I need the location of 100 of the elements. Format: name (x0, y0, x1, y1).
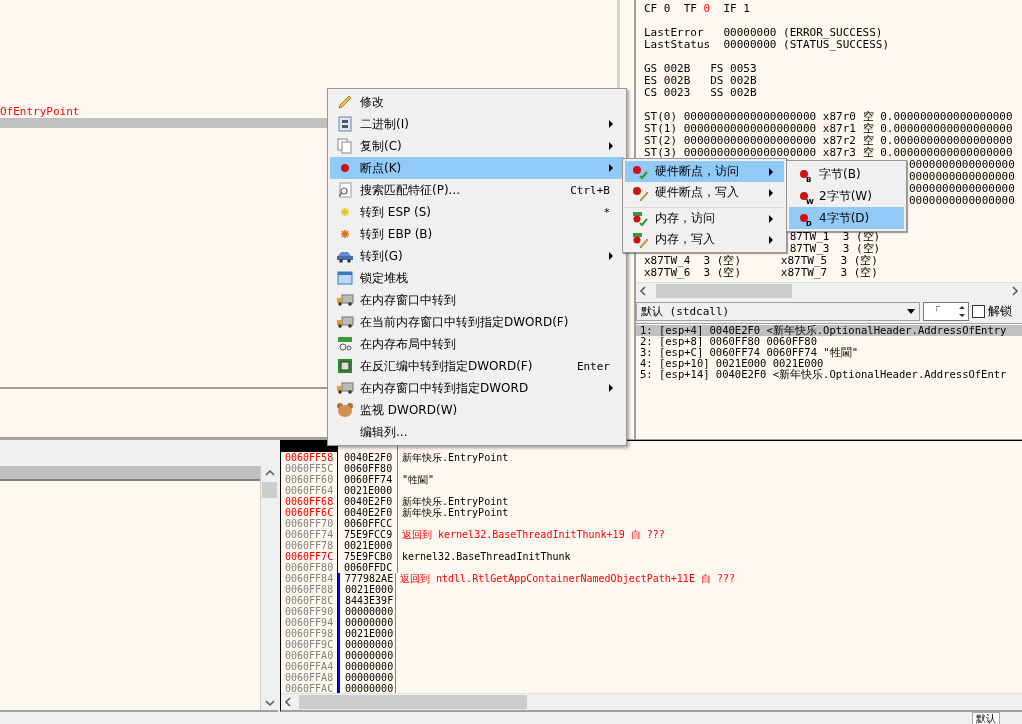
submenu-arrow-icon (768, 214, 774, 223)
register-text: ES 002B DS 002B (644, 74, 757, 87)
menu-item[interactable]: 搜索匹配特征(P)... Ctrl+B (330, 179, 624, 201)
menu-item[interactable]: 锁定堆栈 (330, 267, 624, 289)
shortcut-text: * (603, 205, 610, 219)
argument-row[interactable]: 1: [esp+4] 0040E2F0 <新年快乐.OptionalHeader.AddressOfEntry (636, 325, 1022, 336)
horizontal-scrollbar[interactable] (281, 693, 1022, 710)
stack-address[interactable]: 0060FF84 (281, 573, 338, 584)
copy-icon (337, 138, 353, 154)
menu-item[interactable]: 断点(K) (330, 157, 624, 179)
menu-item[interactable]: 复制(C) (330, 135, 624, 157)
stack-address[interactable]: 0060FF70 (281, 518, 338, 529)
stack-address[interactable]: 0060FF74 (281, 529, 338, 540)
stack-address[interactable]: 0060FF6C (281, 507, 338, 518)
submenu-arrow-icon (608, 252, 614, 260)
breakpoint-icon (799, 169, 809, 179)
memory-search-icon (337, 336, 353, 352)
window-icon (337, 271, 353, 285)
menu-item[interactable]: 硬件断点，写入 (625, 182, 784, 203)
car-icon (336, 249, 354, 263)
argument-count-spinbox[interactable]: 「 (923, 301, 969, 321)
register-text: x87TW_4 3 (空) x87TW_5 3 (空) (644, 254, 878, 267)
register-text: CS 0023 SS 002B (644, 86, 757, 99)
stack-address[interactable]: 0060FF90 (281, 606, 338, 617)
unlock-checkbox[interactable] (972, 304, 985, 318)
stack-value: 75E9FCB0 (338, 551, 398, 562)
stack-address[interactable]: 0060FF80 (281, 562, 338, 573)
stack-address[interactable]: 0060FF5C (281, 463, 338, 474)
stack-address[interactable]: 0060FF60 (281, 474, 338, 485)
memory-check-icon (632, 210, 648, 227)
truck-icon (336, 315, 354, 329)
calling-convention-dropdown[interactable]: 默认 (stdcall) (636, 301, 920, 321)
register-text: IF 1 (722, 2, 750, 15)
submenu-arrow-icon (768, 167, 774, 176)
chip-icon (337, 358, 353, 374)
submenu-arrow-icon (608, 142, 614, 150)
breakpoint-icon (799, 191, 809, 201)
menu-item[interactable]: 硬件断点，访问 (625, 161, 784, 182)
menu-item[interactable]: 在当前内存窗口中转到指定DWORD(F) (330, 311, 624, 333)
argument-row[interactable]: 2: [esp+8] 0060FF80 0060FF80 (636, 336, 1022, 347)
menu-item[interactable]: 内存，写入 (625, 229, 784, 250)
menu-item[interactable]: 修改 (330, 91, 624, 113)
animal-head-icon (336, 402, 354, 418)
stack-value: 0040E2F0 (338, 507, 398, 518)
stack-address[interactable]: 0060FF64 (281, 485, 338, 496)
argument-row[interactable]: 4: [esp+10] 0021E000 0021E000 (636, 358, 1022, 369)
stack-address[interactable]: 0060FF58 (281, 452, 338, 463)
memory-pencil-icon (632, 231, 648, 248)
menu-item[interactable]: 转到 EBP (B) (330, 223, 624, 245)
stack-address[interactable]: 0060FF98 (281, 628, 338, 639)
register-text: 87TW_1 3 (空) (789, 230, 881, 243)
menu-item[interactable]: 二进制(I) (330, 113, 624, 135)
status-tab[interactable]: 默认 (972, 712, 1000, 724)
scroll-thumb[interactable] (656, 284, 792, 298)
register-text: 0000000000000000 (908, 158, 1015, 171)
stack-address[interactable]: 0060FF9C (281, 639, 338, 650)
stack-address[interactable]: 0060FF88 (281, 584, 338, 595)
stack-address[interactable]: 0060FF94 (281, 617, 338, 628)
submenu-arrow-icon (608, 164, 614, 172)
stack-address[interactable]: 0060FFA8 (281, 672, 338, 683)
menu-item[interactable]: 监视 DWORD(W) (330, 399, 624, 421)
menu-item[interactable]: 在内存窗口中转到 (330, 289, 624, 311)
submenu-arrow-icon (608, 384, 614, 392)
shortcut-text: Enter (576, 359, 610, 373)
menu-item[interactable]: 在内存窗口中转到指定DWORD (330, 377, 624, 399)
selected-row-marker[interactable] (281, 441, 338, 452)
argument-row[interactable]: 3: [esp+C] 0060FF74 0060FF74 "牲閫" (636, 347, 1022, 358)
breakpoint-pencil-icon (632, 184, 648, 201)
vertical-scrollbar[interactable] (260, 466, 278, 710)
search-icon (337, 182, 353, 198)
stack-comment: 新年快乐.EntryPoint (401, 452, 509, 463)
stack-address[interactable]: 0060FF78 (281, 540, 338, 551)
argument-row[interactable]: 5: [esp+14] 0040E2F0 <新年快乐.OptionalHeader.AddressOfEntr (636, 369, 1022, 380)
stack-value: 0021E000 (338, 628, 396, 639)
truck-icon (336, 293, 354, 307)
asterisk-icon (340, 229, 350, 239)
stack-address[interactable]: 0060FF68 (281, 496, 338, 507)
stack-value: 00000000 (338, 661, 396, 672)
register-text: ST(1) 00000000000000000000 x87r1 空 0.000000000000000000 (644, 122, 1013, 135)
menu-item[interactable]: 转到 ESP (S) * (330, 201, 624, 223)
stack-value: 00000000 (338, 672, 396, 683)
stack-value: 75E9FCC9 (338, 529, 398, 540)
menu-item[interactable]: 在反汇编中转到指定DWORD(F) Enter (330, 355, 624, 377)
stack-value: 0021E000 (338, 485, 398, 496)
stack-address[interactable]: 0060FF7C (281, 551, 338, 562)
menu-item[interactable]: 编辑列... (330, 421, 624, 443)
stack-value: 0060FFDC (338, 562, 398, 573)
submenu-arrow-icon (768, 188, 774, 197)
menu-item[interactable]: 在内存布局中转到 (330, 333, 624, 355)
stack-address[interactable]: 0060FF8C (281, 595, 338, 606)
stack-address[interactable]: 0060FFA0 (281, 650, 338, 661)
horizontal-scrollbar[interactable] (636, 282, 1022, 299)
scroll-thumb[interactable] (262, 482, 277, 498)
stack-value: 8443E39F (338, 595, 396, 606)
stack-value: 0040E2F0 (338, 452, 398, 463)
stack-address[interactable]: 0060FFA4 (281, 661, 338, 672)
menu-item[interactable]: 转到(G) (330, 245, 624, 267)
menu-item[interactable]: 内存，访问 (625, 207, 784, 229)
stack-value: 00000000 (338, 650, 396, 661)
scroll-thumb[interactable] (299, 695, 527, 709)
